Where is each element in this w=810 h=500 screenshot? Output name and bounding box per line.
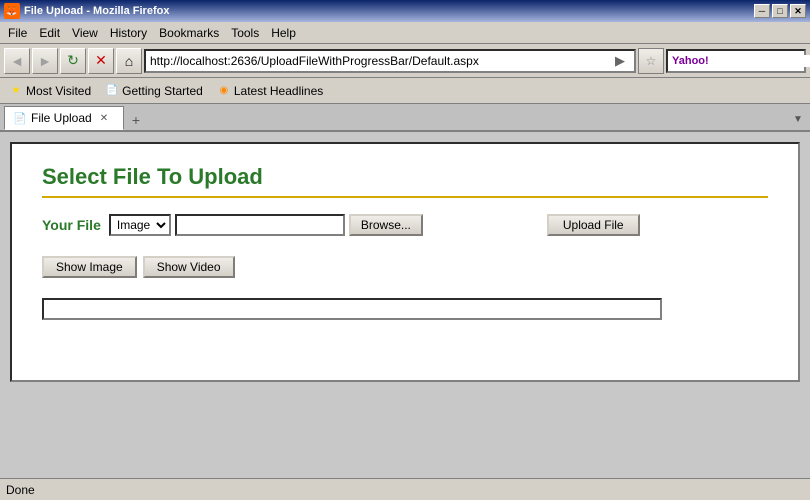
bookmark-latest-headlines[interactable]: ◉ Latest Headlines [212, 82, 328, 100]
show-buttons-row: Show Image Show Video [42, 256, 768, 278]
most-visited-icon: ★ [9, 84, 23, 98]
yahoo-search-input[interactable] [711, 55, 810, 67]
progress-bar [42, 298, 662, 320]
rss-icon: ◉ [217, 84, 231, 98]
status-text: Done [6, 483, 35, 497]
page-title: Select File To Upload [42, 164, 768, 198]
reload-button[interactable]: ↻ [60, 48, 86, 74]
menu-view[interactable]: View [66, 24, 104, 42]
menu-tools[interactable]: Tools [225, 24, 265, 42]
tab-label: File Upload [31, 111, 92, 125]
menu-bookmarks[interactable]: Bookmarks [153, 24, 225, 42]
bookmark-most-visited[interactable]: ★ Most Visited [4, 82, 96, 100]
close-button[interactable]: ✕ [790, 4, 806, 18]
latest-headlines-label: Latest Headlines [234, 84, 323, 98]
stop-button[interactable]: ✕ [88, 48, 114, 74]
menu-file[interactable]: File [2, 24, 33, 42]
show-image-button[interactable]: Show Image [42, 256, 137, 278]
your-file-row: Your File Image Video Audio Browse... Up… [42, 214, 768, 236]
new-tab-button[interactable]: + [126, 110, 146, 130]
address-go-button[interactable]: ▶ [610, 53, 630, 69]
bookmark-star-button[interactable]: ☆ [638, 48, 664, 74]
bookmarks-bar: ★ Most Visited 📄 Getting Started ◉ Lates… [0, 78, 810, 104]
tab-close-button[interactable]: ✕ [100, 113, 108, 124]
menu-history[interactable]: History [104, 24, 153, 42]
back-button[interactable]: ◄ [4, 48, 30, 74]
show-video-button[interactable]: Show Video [143, 256, 235, 278]
address-bar: http://localhost:2636/UploadFileWithProg… [144, 49, 636, 73]
minimize-button[interactable]: ─ [754, 4, 770, 18]
upload-file-button[interactable]: Upload File [547, 214, 640, 236]
address-text[interactable]: http://localhost:2636/UploadFileWithProg… [150, 54, 610, 68]
yahoo-logo: Yahoo! [672, 55, 709, 67]
menu-bar: File Edit View History Bookmarks Tools H… [0, 22, 810, 44]
status-bar: Done [0, 478, 810, 500]
menu-help[interactable]: Help [265, 24, 302, 42]
window-controls: ─ □ ✕ [754, 4, 806, 18]
tab-bar: 📄 File Upload ✕ + ▼ [0, 104, 810, 132]
browser-content: Select File To Upload Your File Image Vi… [0, 132, 810, 478]
maximize-button[interactable]: □ [772, 4, 788, 18]
app-icon: 🦊 [4, 3, 20, 19]
getting-started-icon: 📄 [105, 84, 119, 98]
title-bar: 🦊 File Upload - Mozilla Firefox ─ □ ✕ [0, 0, 810, 22]
tab-icon: 📄 [13, 111, 27, 125]
your-file-label: Your File [42, 217, 101, 233]
getting-started-label: Getting Started [122, 84, 203, 98]
menu-edit[interactable]: Edit [33, 24, 66, 42]
bookmark-getting-started[interactable]: 📄 Getting Started [100, 82, 208, 100]
browse-button[interactable]: Browse... [349, 214, 423, 236]
home-button[interactable]: ⌂ [116, 48, 142, 74]
yahoo-search-bar: Yahoo! 🔍 [666, 49, 806, 73]
tab-file-upload[interactable]: 📄 File Upload ✕ [4, 106, 124, 130]
page-frame: Select File To Upload Your File Image Vi… [10, 142, 800, 382]
window-title: File Upload - Mozilla Firefox [24, 5, 169, 17]
file-path-input[interactable] [175, 214, 345, 236]
most-visited-label: Most Visited [26, 84, 91, 98]
forward-button[interactable]: ► [32, 48, 58, 74]
tab-scroll-button[interactable]: ▼ [790, 108, 806, 130]
file-type-select[interactable]: Image Video Audio [109, 214, 171, 236]
nav-bar: ◄ ► ↻ ✕ ⌂ http://localhost:2636/UploadFi… [0, 44, 810, 78]
